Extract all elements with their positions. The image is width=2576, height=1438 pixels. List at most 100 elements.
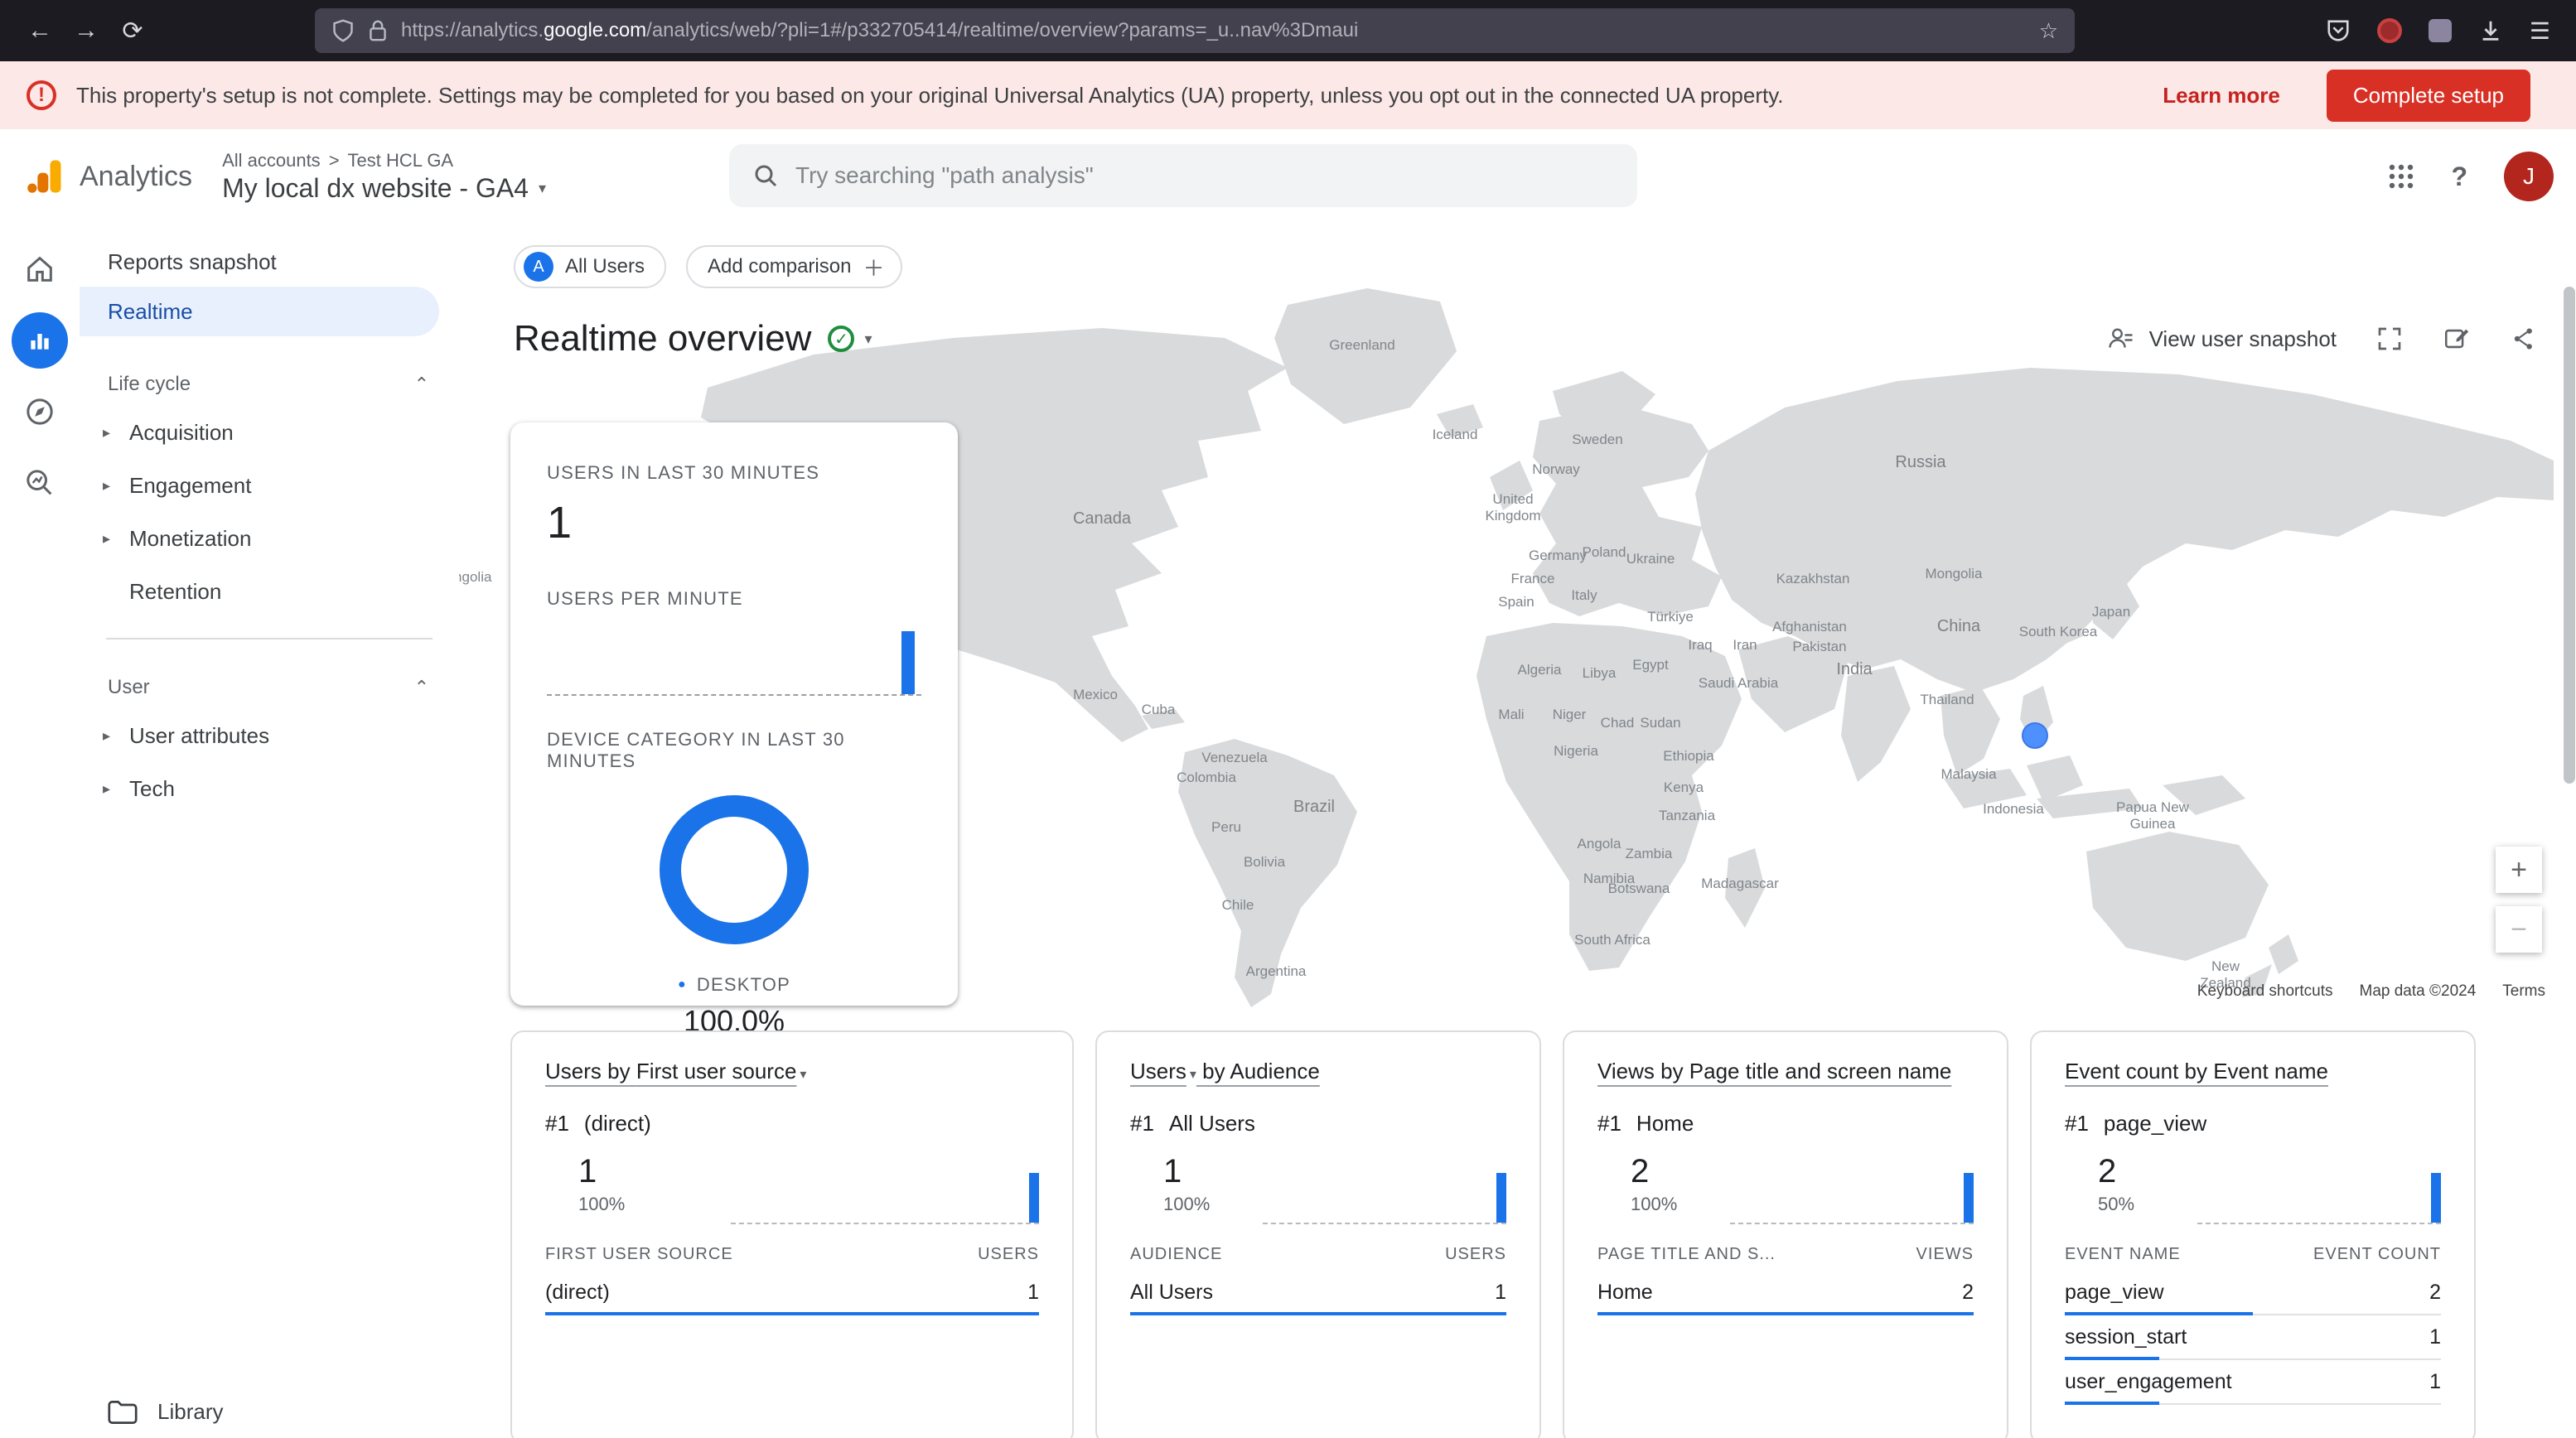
map-zoom-in-button[interactable]: + <box>2496 847 2542 893</box>
card-title-segment[interactable]: First user source <box>636 1059 797 1083</box>
adblock-icon[interactable] <box>2377 18 2402 43</box>
sidebar-item-library[interactable]: Library <box>108 1399 223 1425</box>
sidebar-item-engagement[interactable]: ▸Engagement <box>80 459 459 512</box>
chevron-up-icon[interactable]: ⌃ <box>414 677 429 698</box>
breadcrumb-account[interactable]: All accounts <box>222 150 321 171</box>
menu-icon[interactable]: ☰ <box>2530 17 2550 45</box>
card-users-by-audience: Users▾ by Audience #1All Users 1 100% AU… <box>1095 1030 1541 1438</box>
reload-button[interactable]: ⟳ <box>109 9 156 52</box>
realtime-cards-row: Users by First user source▾ #1(direct) 1… <box>510 1030 2476 1438</box>
scrollbar[interactable] <box>2564 287 2575 784</box>
map-country-label: United <box>1492 491 1533 507</box>
expand-arrow-icon: ▸ <box>103 727 129 745</box>
map-terms-link[interactable]: Terms <box>2502 982 2545 1001</box>
forward-button[interactable]: → <box>63 9 109 52</box>
row-name: user_engagement <box>2065 1370 2232 1394</box>
url-bar[interactable]: https://analytics.google.com/analytics/w… <box>315 8 2075 53</box>
comparison-chip[interactable]: A All Users <box>514 245 666 288</box>
row-name: session_start <box>2065 1325 2187 1349</box>
nav-section-title[interactable]: Life cycle⌃ <box>80 363 459 406</box>
chevron-down-icon[interactable]: ▾ <box>800 1068 806 1082</box>
app-header: Analytics All accounts > Test HCL GA My … <box>0 129 2576 224</box>
card-title-segment[interactable]: Users by <box>545 1059 636 1083</box>
table-row[interactable]: user_engagement1 <box>2065 1360 2441 1405</box>
card-title-segment[interactable]: by Audience <box>1196 1059 1320 1083</box>
sidebar-item-realtime[interactable]: Realtime <box>80 287 439 336</box>
edit-report-icon[interactable] <box>2443 325 2471 353</box>
map-country-label: Pakistan <box>1792 639 1846 654</box>
view-user-snapshot-button[interactable]: View user snapshot <box>2106 324 2337 354</box>
table-row[interactable]: page_view2 <box>2065 1271 2441 1315</box>
analytics-logo[interactable]: Analytics <box>23 155 192 198</box>
rank-label: #1 <box>1130 1111 1154 1136</box>
fullscreen-icon[interactable] <box>2376 326 2403 352</box>
row-name: page_view <box>2065 1281 2164 1305</box>
sidebar-item-acquisition[interactable]: ▸Acquisition <box>80 406 459 459</box>
table-row[interactable]: All Users1 <box>1130 1271 1506 1315</box>
nav-explore-icon[interactable] <box>0 376 80 447</box>
search-input[interactable] <box>795 162 1614 189</box>
complete-setup-button[interactable]: Complete setup <box>2327 70 2530 122</box>
learn-more-link[interactable]: Learn more <box>2116 83 2327 109</box>
card-title-segment[interactable]: Users <box>1130 1059 1187 1083</box>
back-button[interactable]: ← <box>17 9 63 52</box>
card-title-segment[interactable]: Event count by Event name <box>2065 1059 2328 1083</box>
card-table: Home2 <box>1597 1271 1974 1315</box>
map-country-label: Kingdom <box>1485 508 1540 524</box>
sidebar-item-user-attributes[interactable]: ▸User attributes <box>80 709 459 762</box>
sidebar-item-monetization[interactable]: ▸Monetization <box>80 512 459 565</box>
sparkline-chart <box>1730 1165 1974 1224</box>
apps-grid-icon[interactable] <box>2388 163 2414 190</box>
nav-home-icon[interactable] <box>0 234 80 305</box>
data-active-check-icon[interactable]: ✓ <box>828 326 854 352</box>
table-row[interactable]: (direct)1 <box>545 1271 1039 1315</box>
nav-reports-icon[interactable] <box>0 305 80 376</box>
map-country-label: Sudan <box>1640 715 1680 731</box>
page-title: Realtime overview <box>514 318 811 360</box>
users-30min-value: 1 <box>547 497 921 548</box>
pocket-icon[interactable] <box>2326 18 2351 43</box>
extension-icon[interactable] <box>2429 19 2452 42</box>
chevron-down-icon[interactable]: ▾ <box>864 331 872 348</box>
nav-rail <box>0 224 80 1438</box>
spark-bar <box>1029 1173 1039 1223</box>
sidebar-item-tech[interactable]: ▸Tech <box>80 762 459 815</box>
sidebar-item-retention[interactable]: Retention <box>80 565 459 618</box>
column-header: AUDIENCE <box>1130 1245 1222 1264</box>
card-title-segment[interactable]: Views by Page title and screen name <box>1597 1059 1951 1083</box>
nav-section-title[interactable]: User⌃ <box>80 666 459 709</box>
bookmark-star-icon[interactable]: ☆ <box>2039 18 2058 44</box>
users-per-minute-chart[interactable] <box>547 630 921 696</box>
sidebar-item-reports-snapshot[interactable]: Reports snapshot <box>80 237 459 287</box>
nav-advertising-icon[interactable] <box>0 447 80 519</box>
avatar[interactable]: J <box>2504 152 2554 201</box>
help-icon[interactable]: ? <box>2451 162 2467 192</box>
map-country-label: Zambia <box>1626 846 1673 861</box>
chevron-up-icon[interactable]: ⌃ <box>414 374 429 395</box>
lock-icon[interactable] <box>368 20 388 41</box>
sidebar-item-label: Monetization <box>129 526 251 552</box>
row-value: 1 <box>1027 1281 1039 1305</box>
tracking-protection-icon[interactable] <box>331 19 355 42</box>
rank-label: #1 <box>2065 1111 2089 1136</box>
map-country-label: Cuba <box>1142 702 1176 717</box>
map-country-label: New <box>2211 958 2240 974</box>
share-icon[interactable] <box>2511 326 2537 352</box>
breadcrumb[interactable]: All accounts > Test HCL GA <box>222 150 546 171</box>
search-bar[interactable] <box>729 144 1637 207</box>
active-user-dot[interactable] <box>2023 723 2047 748</box>
breadcrumb-property[interactable]: Test HCL GA <box>348 150 454 171</box>
add-comparison-button[interactable]: Add comparison ＋ <box>686 245 902 288</box>
map-zoom-out-button[interactable]: − <box>2496 906 2542 953</box>
chevron-down-icon[interactable]: ▾ <box>1190 1068 1196 1082</box>
map-country-label: Libya <box>1583 665 1617 681</box>
downloads-icon[interactable] <box>2478 18 2503 43</box>
device-donut-chart[interactable] <box>660 795 809 944</box>
table-row[interactable]: session_start 1 <box>2065 1315 2441 1360</box>
property-selector[interactable]: My local dx website - GA4 ▾ <box>222 173 546 204</box>
spark-bar <box>1496 1173 1506 1223</box>
table-row[interactable]: Home2 <box>1597 1271 1974 1315</box>
keyboard-shortcuts-link[interactable]: Keyboard shortcuts <box>2197 982 2333 1001</box>
comparison-badge: A <box>524 252 553 282</box>
row-value: 1 <box>2429 1325 2441 1349</box>
